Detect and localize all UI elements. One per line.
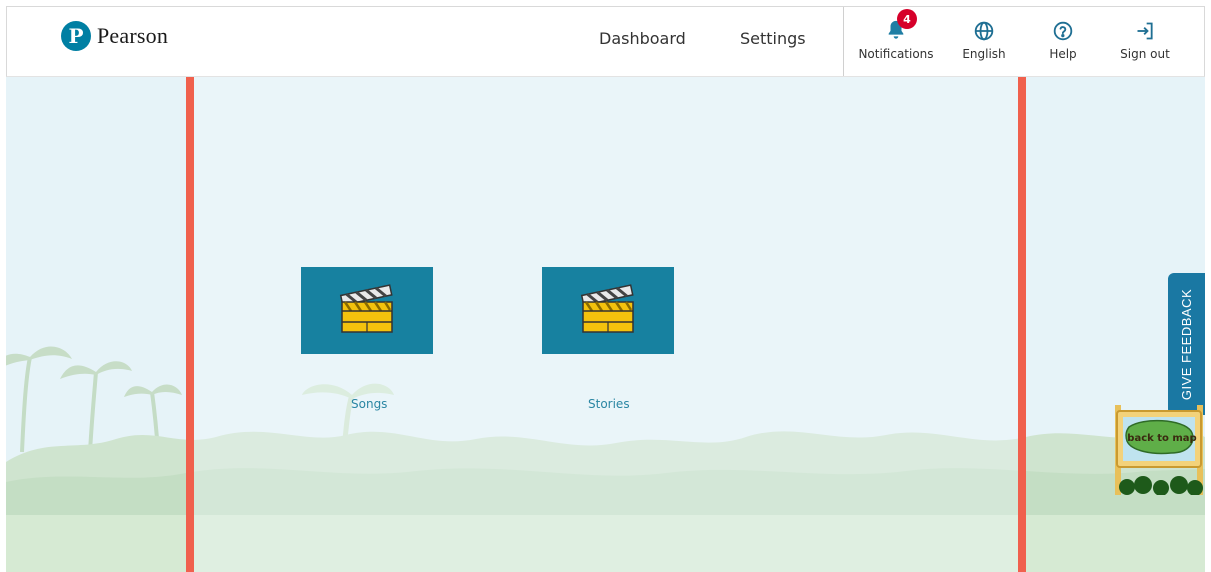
notifications-button[interactable]: 4 Notifications	[856, 9, 936, 61]
sign-out-button[interactable]: Sign out	[1115, 15, 1175, 61]
songs-tile[interactable]	[301, 267, 433, 354]
clapperboard-icon	[337, 282, 397, 340]
notification-count-badge: 4	[897, 9, 917, 29]
stories-tile[interactable]	[542, 267, 674, 354]
header-divider	[843, 7, 844, 76]
songs-tile-label[interactable]: Songs	[351, 397, 387, 411]
back-to-map-label[interactable]: back to map	[1124, 433, 1200, 444]
notifications-label: Notifications	[858, 47, 934, 61]
stories-tile-label[interactable]: Stories	[588, 397, 630, 411]
nav-settings-link[interactable]: Settings	[740, 29, 806, 48]
nav-dashboard-link[interactable]: Dashboard	[599, 29, 686, 48]
give-feedback-button[interactable]: GIVE FEEDBACK	[1168, 273, 1205, 415]
pearson-logo[interactable]: P Pearson	[61, 21, 168, 51]
bell-icon: 4	[885, 9, 917, 41]
give-feedback-label: GIVE FEEDBACK	[1179, 288, 1194, 400]
sign-out-label: Sign out	[1120, 47, 1170, 61]
sign-out-icon	[1135, 15, 1155, 41]
jungle-scene-background: Songs Stories	[6, 77, 1205, 572]
back-to-map-sign[interactable]	[1113, 405, 1205, 495]
help-button[interactable]: Help	[1043, 15, 1083, 61]
language-button[interactable]: English	[957, 15, 1011, 61]
language-label: English	[962, 47, 1006, 61]
top-header: P Pearson Dashboard Settings 4 Notificat…	[6, 6, 1205, 77]
help-label: Help	[1049, 47, 1077, 61]
pearson-logo-icon: P	[61, 21, 91, 51]
question-circle-icon	[1053, 15, 1073, 41]
clapperboard-icon	[578, 282, 638, 340]
pearson-logo-text: Pearson	[97, 23, 169, 48]
globe-icon	[974, 15, 994, 41]
